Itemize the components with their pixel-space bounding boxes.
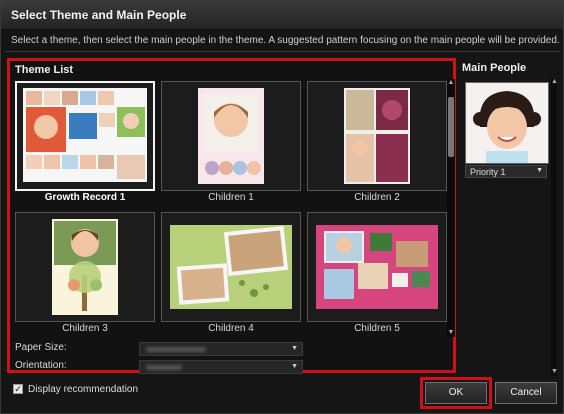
theme-item-label: Children 4 xyxy=(208,323,254,334)
dialog-title: Select Theme and Main People xyxy=(11,8,187,22)
scroll-down-icon[interactable]: ▼ xyxy=(447,329,455,337)
main-people-heading: Main People xyxy=(462,62,527,74)
orientation-dropdown[interactable]: ▼ xyxy=(139,360,303,374)
theme-thumbnail xyxy=(307,212,447,322)
chevron-down-icon: ▼ xyxy=(291,345,298,352)
priority-value: Priority 1 xyxy=(470,167,506,177)
theme-item-label: Children 2 xyxy=(354,192,400,203)
theme-item-children-5[interactable]: Children 5 xyxy=(307,212,447,334)
main-person-photo[interactable] xyxy=(465,82,549,164)
display-recommendation-label: Display recommendation xyxy=(28,384,139,395)
chevron-down-icon: ▼ xyxy=(291,363,298,370)
display-recommendation-checkbox[interactable]: ✓ xyxy=(13,384,23,394)
scroll-up-icon[interactable]: ▲ xyxy=(447,79,455,87)
title-bar: Select Theme and Main People xyxy=(1,1,563,30)
theme-thumbnail xyxy=(15,212,155,322)
main-people-panel: Main People Priority 1 ▼ ▲ ▼ xyxy=(461,58,558,376)
theme-list-heading: Theme List xyxy=(15,64,74,76)
theme-thumbnail xyxy=(161,212,301,322)
paper-size-row: Paper Size: ▼ xyxy=(15,342,303,356)
theme-item-growth-record-1[interactable]: Growth Record 1 xyxy=(15,81,155,203)
theme-item-label: Growth Record 1 xyxy=(44,192,126,203)
theme-item-children-1[interactable]: Children 1 xyxy=(161,81,301,203)
theme-list-panel: Theme List Growth Record 1 Children 1 Ch… xyxy=(7,58,456,374)
theme-item-children-3[interactable]: Children 3 xyxy=(15,212,155,334)
scroll-thumb[interactable] xyxy=(448,97,454,157)
paper-size-label: Paper Size: xyxy=(15,342,67,353)
main-people-scrollbar[interactable]: ▲ ▼ xyxy=(551,78,558,376)
theme-item-children-2[interactable]: Children 2 xyxy=(307,81,447,203)
divider xyxy=(5,51,560,52)
chevron-down-icon: ▼ xyxy=(536,167,543,174)
instruction-text: Select a theme, then select the main peo… xyxy=(11,35,560,46)
paper-size-dropdown[interactable]: ▼ xyxy=(139,342,303,356)
theme-item-children-4[interactable]: Children 4 xyxy=(161,212,301,334)
dialog-footer: ✓ Display recommendation OK Cancel xyxy=(1,377,563,414)
theme-thumbnail xyxy=(15,81,155,191)
theme-item-label: Children 3 xyxy=(62,323,108,334)
theme-thumbnail xyxy=(307,81,447,191)
theme-thumbnail xyxy=(161,81,301,191)
orientation-row: Orientation: ▼ xyxy=(15,360,303,374)
ok-button[interactable]: OK xyxy=(425,382,487,404)
orientation-label: Orientation: xyxy=(15,360,67,371)
theme-item-label: Children 5 xyxy=(354,323,400,334)
theme-item-label: Children 1 xyxy=(208,192,254,203)
scroll-up-icon[interactable]: ▲ xyxy=(551,78,558,86)
priority-dropdown[interactable]: Priority 1 ▼ xyxy=(465,165,547,178)
theme-list-scrollbar[interactable]: ▲ ▼ xyxy=(447,79,455,337)
theme-dialog: Select Theme and Main People Select a th… xyxy=(0,0,564,414)
cancel-button[interactable]: Cancel xyxy=(495,382,557,404)
scroll-down-icon[interactable]: ▼ xyxy=(551,368,558,376)
theme-grid: Growth Record 1 Children 1 Children 2 Ch… xyxy=(15,81,447,334)
